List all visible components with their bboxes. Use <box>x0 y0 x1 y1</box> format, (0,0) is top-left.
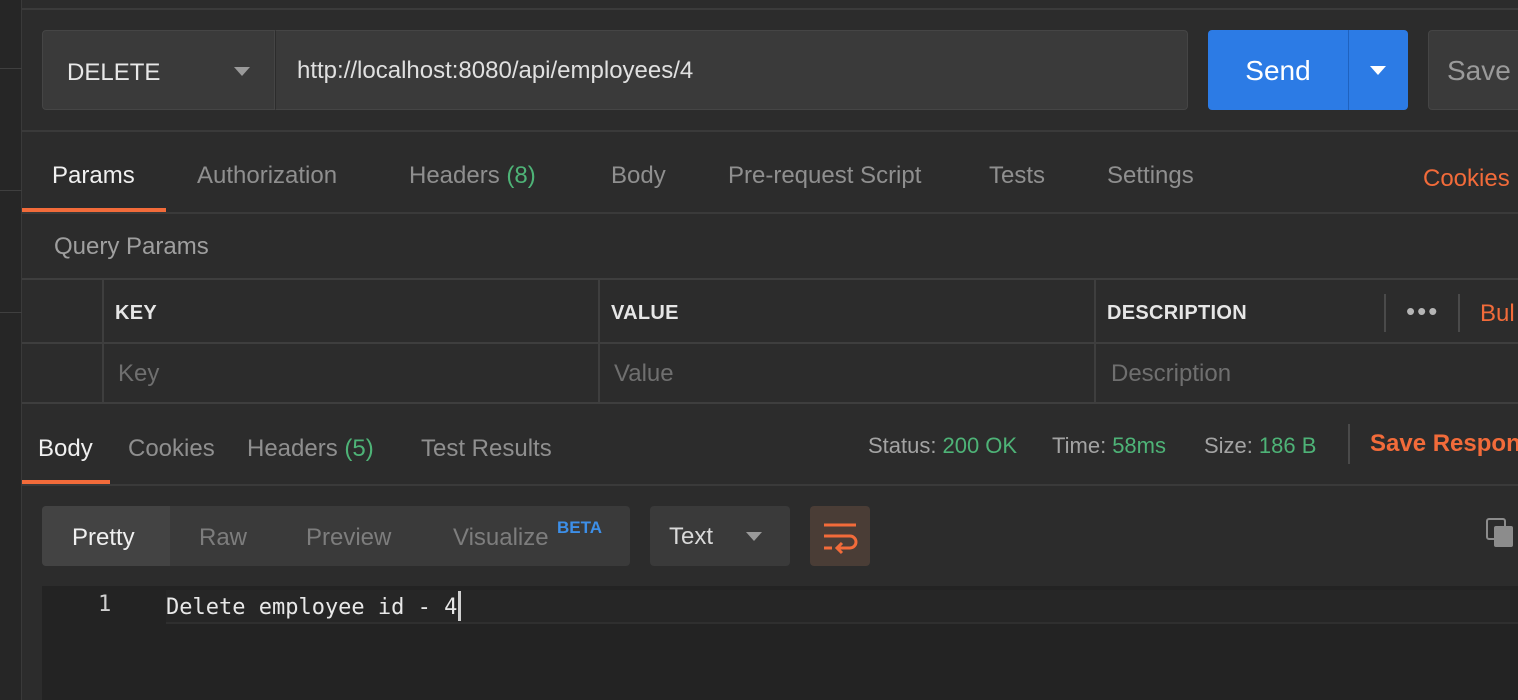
time-readout: Time: 58ms <box>1052 433 1166 459</box>
tab-pre-request-script[interactable]: Pre-request Script <box>728 162 921 190</box>
tab-label: Body <box>611 162 666 189</box>
view-mode-pretty[interactable]: Pretty <box>72 524 135 552</box>
left-sidebar-strip <box>0 0 22 700</box>
value-input[interactable]: Value <box>614 360 674 388</box>
sidebar-divider <box>0 312 22 313</box>
tab-label: Params <box>52 162 135 189</box>
query-params-table: KEY VALUE DESCRIPTION ••• Bul Key Value … <box>22 278 1518 404</box>
method-label: DELETE <box>67 59 161 86</box>
response-tab-cookies[interactable]: Cookies <box>128 435 215 463</box>
wrap-lines-icon <box>824 523 858 555</box>
tab-headers[interactable]: Headers (8) <box>409 162 536 190</box>
tab-settings[interactable]: Settings <box>1107 162 1194 190</box>
line-number: 1 <box>98 592 112 617</box>
tab-label: Cookies <box>128 435 215 462</box>
text-cursor <box>458 591 462 621</box>
divider <box>1348 424 1350 464</box>
headers-count-badge: (5) <box>344 435 374 462</box>
view-mode-preview[interactable]: Preview <box>306 524 391 552</box>
chevron-down-icon <box>234 67 250 76</box>
chevron-down-icon <box>1370 66 1386 75</box>
tab-label: Pre-request Script <box>728 162 922 189</box>
tab-label: Settings <box>1107 162 1194 189</box>
tab-label: Body <box>38 435 93 462</box>
chevron-down-icon <box>746 532 762 541</box>
send-options-button[interactable] <box>1348 30 1408 110</box>
size-label: Size: <box>1204 433 1253 458</box>
row-divider <box>22 342 1518 344</box>
cookies-link[interactable]: Cookies <box>1423 165 1510 193</box>
format-label: Text <box>669 523 714 550</box>
status-readout: Status: 200 OK <box>868 433 1017 459</box>
more-options-icon[interactable]: ••• <box>1406 296 1439 327</box>
time-value: 58ms <box>1112 433 1166 458</box>
tab-tests[interactable]: Tests <box>989 162 1045 190</box>
copy-icon[interactable] <box>1486 518 1514 548</box>
divider <box>22 130 1518 132</box>
tab-params[interactable]: Params <box>52 162 135 190</box>
divider <box>1384 294 1386 332</box>
response-body-editor[interactable]: 1 Delete employee id - 4 <box>42 586 1518 700</box>
url-input[interactable]: http://localhost:8080/api/employees/4 <box>275 30 1188 110</box>
top-divider <box>22 8 1518 10</box>
send-button[interactable]: Send <box>1208 30 1348 110</box>
headers-count-badge: (8) <box>506 162 536 189</box>
response-tab-test-results[interactable]: Test Results <box>421 435 552 463</box>
divider <box>22 212 1518 214</box>
status-label: Status: <box>868 433 937 458</box>
query-params-title: Query Params <box>54 233 209 260</box>
response-tab-headers[interactable]: Headers (5) <box>247 435 374 463</box>
sidebar-divider <box>0 190 22 191</box>
wrap-lines-button[interactable] <box>810 506 870 566</box>
size-readout: Size: 186 B <box>1204 433 1316 459</box>
view-mode-raw[interactable]: Raw <box>199 524 247 552</box>
copy-icon-graphic <box>1486 518 1513 547</box>
tab-label: Tests <box>989 162 1046 189</box>
column-header-key: KEY <box>115 302 158 324</box>
tab-authorization[interactable]: Authorization <box>197 162 337 190</box>
tab-label: Authorization <box>197 162 338 189</box>
column-header-description: DESCRIPTION <box>1107 302 1247 324</box>
tab-label: Headers <box>409 162 500 189</box>
response-tab-body[interactable]: Body <box>38 435 93 463</box>
key-input[interactable]: Key <box>118 360 159 388</box>
tab-body[interactable]: Body <box>611 162 666 190</box>
format-select[interactable]: Text <box>650 506 790 566</box>
divider <box>1458 294 1460 332</box>
save-button[interactable]: Save <box>1428 30 1518 110</box>
tab-label: Headers <box>247 435 338 462</box>
time-label: Time: <box>1052 433 1107 458</box>
status-value: 200 OK <box>942 433 1018 458</box>
size-value: 186 B <box>1258 433 1317 458</box>
code-line: Delete employee id - 4 <box>166 591 462 621</box>
method-select[interactable]: DELETE <box>42 30 275 110</box>
view-mode-visualize[interactable]: Visualize <box>453 524 549 552</box>
beta-badge: BETA <box>557 518 603 537</box>
code-text: Delete employee id - 4 <box>166 595 458 620</box>
save-response-button[interactable]: Save Respons <box>1370 430 1518 458</box>
bulk-edit-link[interactable]: Bul <box>1480 300 1515 328</box>
sidebar-divider <box>0 68 22 69</box>
column-header-value: VALUE <box>611 302 679 324</box>
url-text: http://localhost:8080/api/employees/4 <box>297 57 694 84</box>
tab-label: Test Results <box>421 435 552 462</box>
divider <box>22 484 1518 486</box>
view-mode-group: Pretty Raw Preview Visualize BETA <box>42 506 630 566</box>
description-input[interactable]: Description <box>1111 360 1231 388</box>
